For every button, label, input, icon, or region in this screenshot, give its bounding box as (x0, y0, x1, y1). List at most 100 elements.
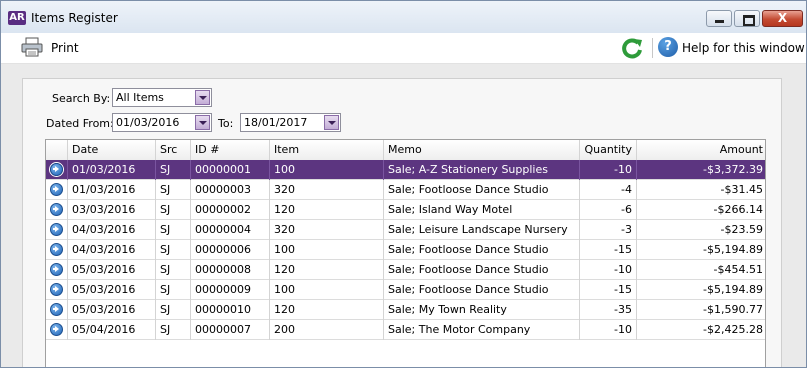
id-cell: 00000003 (191, 180, 270, 200)
column-header-zoom (46, 140, 68, 160)
quantity-cell: -35 (580, 300, 637, 320)
row-zoom-arrow-icon[interactable] (50, 183, 63, 196)
row-zoom-cell[interactable] (46, 180, 68, 200)
table-row[interactable]: 05/03/2016 SJ 00000010 120 Sale; My Town… (46, 300, 765, 320)
table-row[interactable]: 03/03/2016 SJ 00000002 120 Sale; Island … (46, 200, 765, 220)
amount-cell: -$454.51 (713, 263, 763, 276)
src-cell: SJ (156, 200, 191, 220)
to-label: To: (218, 117, 234, 130)
minimize-icon (715, 20, 724, 23)
table-row[interactable]: 05/03/2016 SJ 00000008 120 Sale; Footloo… (46, 260, 765, 280)
item-cell: 100 (270, 240, 384, 260)
maximize-button[interactable] (734, 10, 760, 27)
item-cell: 120 (270, 300, 384, 320)
search-by-value: All Items (116, 91, 164, 104)
row-zoom-arrow-icon[interactable] (50, 283, 63, 296)
table-row[interactable]: 01/03/2016 SJ 00000003 320 Sale; Footloo… (46, 180, 765, 200)
row-zoom-arrow-icon[interactable] (50, 163, 63, 176)
src-cell: SJ (156, 160, 191, 180)
memo-cell: Sale; Leisure Landscape Nursery (384, 220, 580, 240)
item-cell: 100 (270, 280, 384, 300)
row-zoom-cell[interactable] (46, 280, 68, 300)
amount-cell: -$5,194.89 (703, 243, 763, 256)
date-cell: 01/03/2016 (68, 180, 156, 200)
memo-cell: Sale; Footloose Dance Studio (384, 280, 580, 300)
row-zoom-arrow-icon[interactable] (50, 303, 63, 316)
row-zoom-arrow-icon[interactable] (50, 243, 63, 256)
quantity-cell: -4 (580, 180, 637, 200)
to-date-field[interactable]: 18/01/2017 (240, 113, 341, 132)
maximize-icon (743, 15, 755, 26)
column-header-quantity[interactable]: Quantity (580, 140, 637, 160)
dropdown-arrow-icon[interactable] (195, 90, 210, 105)
column-header-src[interactable]: Src (156, 140, 191, 160)
item-cell: 120 (270, 200, 384, 220)
date-cell: 01/03/2016 (68, 160, 156, 180)
help-icon[interactable]: ? (658, 37, 678, 57)
id-cell: 00000007 (191, 320, 270, 340)
date-cell: 05/03/2016 (68, 300, 156, 320)
memo-cell: Sale; The Motor Company (384, 320, 580, 340)
refresh-icon[interactable] (621, 37, 643, 59)
date-cell: 04/03/2016 (68, 220, 156, 240)
dropdown-arrow-icon[interactable] (195, 115, 210, 130)
print-button[interactable]: Print (51, 41, 79, 55)
column-header-amount[interactable]: Amount (637, 140, 765, 160)
printer-icon[interactable] (21, 37, 43, 57)
row-zoom-cell[interactable] (46, 160, 68, 180)
table-row[interactable]: 04/03/2016 SJ 00000006 100 Sale; Footloo… (46, 240, 765, 260)
id-cell: 00000009 (191, 280, 270, 300)
amount-cell: -$23.59 (720, 223, 763, 236)
row-zoom-cell[interactable] (46, 260, 68, 280)
search-by-label: Search By: (52, 92, 111, 105)
amount-cell: -$1,590.77 (703, 303, 763, 316)
row-zoom-arrow-icon[interactable] (50, 203, 63, 216)
row-zoom-cell[interactable] (46, 200, 68, 220)
memo-cell: Sale; My Town Reality (384, 300, 580, 320)
row-zoom-cell[interactable] (46, 220, 68, 240)
dated-from-field[interactable]: 01/03/2016 (112, 113, 212, 132)
table-row[interactable]: 04/03/2016 SJ 00000004 320 Sale; Leisure… (46, 220, 765, 240)
src-cell: SJ (156, 300, 191, 320)
date-cell: 03/03/2016 (68, 200, 156, 220)
id-cell: 00000004 (191, 220, 270, 240)
memo-cell: Sale; Footloose Dance Studio (384, 240, 580, 260)
src-cell: SJ (156, 180, 191, 200)
date-cell: 04/03/2016 (68, 240, 156, 260)
help-button[interactable]: Help for this window (682, 41, 805, 55)
quantity-cell: -15 (580, 280, 637, 300)
item-cell: 320 (270, 180, 384, 200)
item-cell: 320 (270, 220, 384, 240)
row-zoom-cell[interactable] (46, 320, 68, 340)
row-zoom-cell[interactable] (46, 240, 68, 260)
id-cell: 00000001 (191, 160, 270, 180)
quantity-cell: -15 (580, 240, 637, 260)
column-header-memo[interactable]: Memo (384, 140, 580, 160)
table-row[interactable]: 01/03/2016 SJ 00000001 100 Sale; A-Z Sta… (46, 160, 765, 180)
dropdown-arrow-icon[interactable] (324, 115, 339, 130)
row-zoom-arrow-icon[interactable] (50, 263, 63, 276)
column-header-date[interactable]: Date (68, 140, 156, 160)
date-cell: 05/04/2016 (68, 320, 156, 340)
to-date-value: 18/01/2017 (244, 116, 308, 129)
quantity-cell: -10 (580, 160, 637, 180)
dated-from-value: 01/03/2016 (116, 116, 180, 129)
quantity-cell: -3 (580, 220, 637, 240)
table-row[interactable]: 05/03/2016 SJ 00000009 100 Sale; Footloo… (46, 280, 765, 300)
quantity-cell: -10 (580, 320, 637, 340)
row-zoom-cell[interactable] (46, 300, 68, 320)
amount-cell: -$31.45 (720, 183, 763, 196)
column-header-item[interactable]: Item (270, 140, 384, 160)
row-zoom-arrow-icon[interactable] (50, 223, 63, 236)
quantity-cell: -6 (580, 200, 637, 220)
search-by-select[interactable]: All Items (112, 88, 212, 107)
table-row[interactable]: 05/04/2016 SJ 00000007 200 Sale; The Mot… (46, 320, 765, 340)
minimize-button[interactable] (706, 10, 732, 27)
amount-cell: -$266.14 (713, 203, 763, 216)
window-edge (782, 78, 806, 367)
column-header-id[interactable]: ID # (191, 140, 270, 160)
row-zoom-arrow-icon[interactable] (50, 323, 63, 336)
close-button[interactable]: X (762, 10, 803, 27)
src-cell: SJ (156, 240, 191, 260)
table-header: Date Src ID # Item Memo Quantity Amount (46, 140, 765, 161)
